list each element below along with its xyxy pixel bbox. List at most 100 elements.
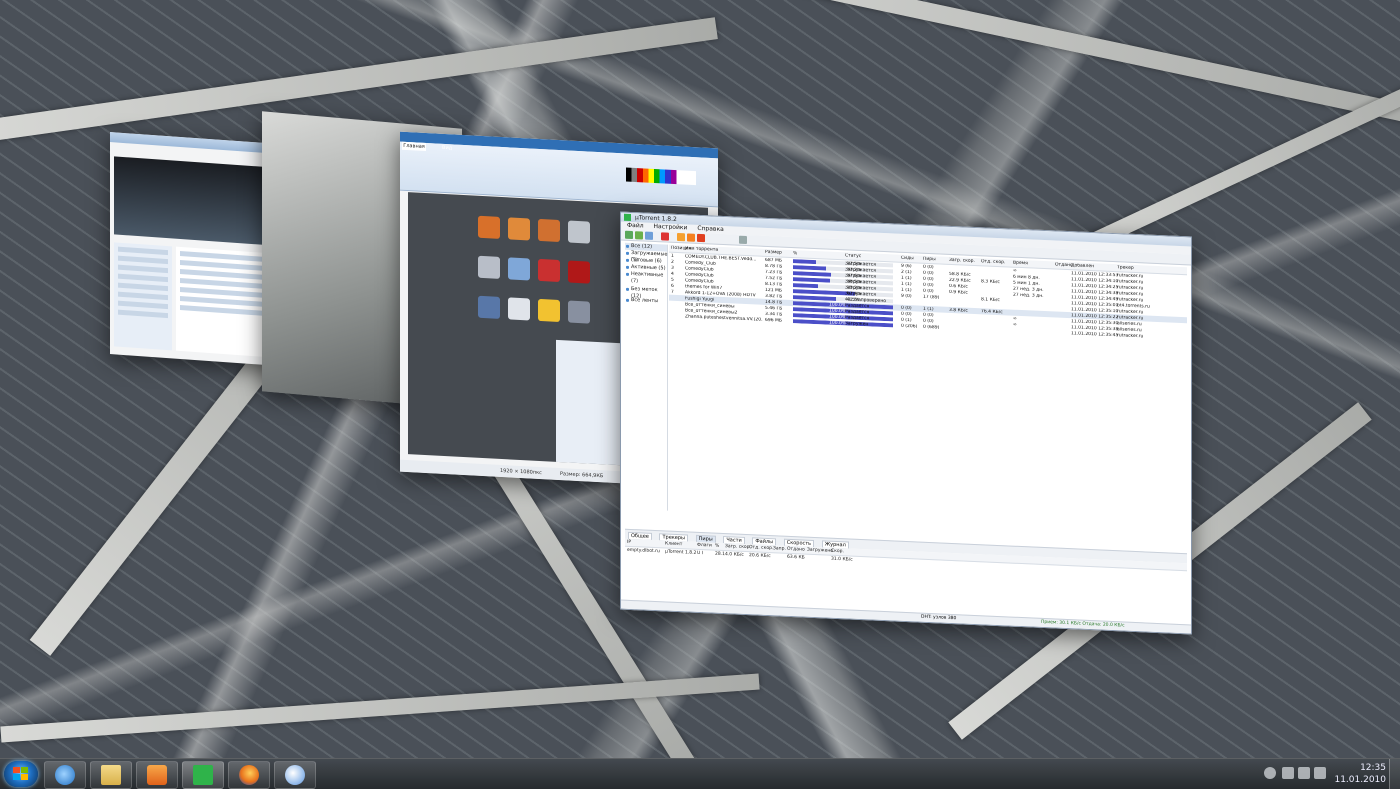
- taskbar-explorer-button[interactable]: [90, 761, 132, 789]
- taskbar-ie-button[interactable]: [44, 761, 86, 789]
- cell-size: 696 МБ: [765, 317, 782, 324]
- column-header[interactable]: %: [793, 251, 797, 256]
- cell-seeds: 0 (206): [901, 323, 918, 329]
- internet-explorer-icon: [55, 765, 75, 785]
- peer-cell-up: 20.6 КБ/с: [749, 553, 771, 560]
- transfer-status: Прием: 30.1 КБ/с Отдача: 20.0 КБ/с: [1041, 619, 1125, 629]
- cell-eta: ∞: [1013, 268, 1017, 274]
- system-clock[interactable]: 12:35 11.01.2010: [1326, 762, 1386, 786]
- peer-cell-ip: empty.dlbot.ru: [627, 547, 660, 555]
- stop-icon[interactable]: [697, 233, 705, 243]
- column-header[interactable]: Статус: [845, 253, 861, 259]
- navigation-pane: [114, 242, 172, 351]
- window-title: µTorrent 1.8.2: [635, 214, 677, 223]
- column-header[interactable]: Загр. скор.: [949, 258, 975, 264]
- remove-icon[interactable]: [661, 232, 669, 241]
- cell-pos: 5: [671, 277, 674, 283]
- peers-column-header[interactable]: Клиент: [665, 541, 682, 547]
- peer-cell-client: µTorrent 1.8.2: [665, 549, 697, 556]
- firefox-icon: [239, 765, 259, 785]
- start-icon[interactable]: [677, 233, 685, 242]
- window-titlebar: [110, 132, 280, 154]
- column-header[interactable]: Время: [1013, 261, 1028, 267]
- desktop-background: Главная Вид 1920 × 1080пкс Размер: 664,9…: [0, 0, 1400, 758]
- create-torrent-icon[interactable]: [645, 231, 653, 240]
- cell-pos: 3: [671, 265, 674, 271]
- cell-pos: 7: [671, 289, 674, 295]
- taskbar-firefox-button[interactable]: [228, 761, 270, 789]
- category-no-label[interactable]: Без меток (12): [625, 286, 667, 299]
- taskbar: 12:35 11.01.2010: [0, 758, 1400, 789]
- peers-column-header[interactable]: %: [715, 544, 719, 549]
- peers-column-header[interactable]: Отд. скор.: [749, 545, 773, 551]
- category-sidebar: Все (12) Загружаемые (5) Готовые (6) Акт…: [625, 242, 668, 511]
- dht-status: DHT: узлов 380: [921, 614, 957, 622]
- cell-pos: 2: [671, 259, 674, 265]
- tray-app-icon[interactable]: [1264, 767, 1276, 779]
- taskbar-utorrent-button[interactable]: [182, 761, 224, 789]
- peers-column-header[interactable]: Флаги: [697, 543, 712, 549]
- clock-date: 11.01.2010: [1334, 775, 1386, 785]
- menu-file[interactable]: Файл: [627, 222, 644, 230]
- system-tray: 12:35 11.01.2010: [1250, 759, 1400, 789]
- taskbar-media-player-button[interactable]: [136, 761, 178, 789]
- file-list-pane: [176, 246, 272, 358]
- settings-icon[interactable]: [739, 235, 747, 245]
- peer-cell-pct: 28.1: [715, 551, 726, 558]
- utorrent-window[interactable]: µTorrent 1.8.2 Файл Настройки Справка Вс…: [620, 211, 1192, 635]
- cell-status: Загружен: [845, 320, 869, 327]
- peers-column-header[interactable]: Загружено: [807, 548, 833, 554]
- volume-icon[interactable]: [1314, 767, 1326, 779]
- pause-icon[interactable]: [687, 233, 695, 242]
- explorer-window-thumbnail[interactable]: [110, 132, 280, 366]
- color-palette[interactable]: [626, 167, 696, 186]
- window-preview-image: [114, 156, 272, 246]
- cell-eta: ∞: [1013, 316, 1017, 322]
- cell-pos: 1: [671, 253, 674, 259]
- steel-beam: [607, 0, 1400, 124]
- column-header[interactable]: Сиды: [901, 256, 914, 262]
- cell-added: 11.01.2010 12:35:45: [1071, 330, 1119, 338]
- category-feeds[interactable]: Все ленты: [625, 297, 667, 306]
- peer-cell-flags: U I: [697, 550, 704, 557]
- cell-eta: ∞: [1013, 322, 1017, 328]
- peer-cell-down: 4.0 КБ/с: [725, 552, 744, 558]
- column-header[interactable]: Размер: [765, 250, 782, 256]
- add-url-icon[interactable]: [635, 231, 643, 240]
- peer-cell-rate: 31.0 КБ/с: [831, 556, 853, 563]
- ribbon-tab-view[interactable]: Вид: [435, 144, 459, 153]
- progress-percent: 100.0%: [829, 320, 847, 326]
- column-header[interactable]: Трекер: [1117, 265, 1134, 271]
- taskbar-paint-button[interactable]: [274, 761, 316, 789]
- torrent-list: Позиция Имя торрента Размер% Статус Сиды Пиры…: [669, 244, 1187, 534]
- column-header[interactable]: Добавлен: [1071, 263, 1094, 269]
- network-icon[interactable]: [1298, 767, 1310, 779]
- peer-cell-uploaded: 63.6 КБ: [787, 554, 805, 561]
- action-center-icon[interactable]: [1282, 767, 1294, 779]
- ribbon-tab-home[interactable]: Главная: [402, 141, 426, 152]
- column-header[interactable]: Отд. скор.: [981, 259, 1005, 265]
- cell-tracker: rutracker.ru: [1117, 332, 1144, 339]
- paint-icon: [285, 765, 305, 785]
- cell-pos: 4: [671, 271, 674, 277]
- cell-peers: 0 (689): [923, 324, 940, 330]
- peers-column-header[interactable]: Загр. скор.: [725, 544, 751, 550]
- peers-column-header[interactable]: Запр.: [773, 546, 786, 552]
- utorrent-logo-icon: [624, 213, 631, 221]
- folder-icon: [101, 765, 121, 785]
- cell-pos: 6: [671, 283, 674, 289]
- image-dimensions: 1920 × 1080пкс: [500, 467, 542, 477]
- menu-help[interactable]: Справка: [697, 225, 723, 233]
- column-header[interactable]: Имя торрента: [685, 246, 718, 252]
- show-desktop-button[interactable]: [1389, 759, 1400, 789]
- add-torrent-icon[interactable]: [625, 230, 633, 240]
- windows-logo-icon: [13, 767, 28, 780]
- utorrent-icon: [193, 765, 213, 785]
- peers-column-header[interactable]: IP: [627, 540, 631, 545]
- peers-column-header[interactable]: Скор.: [831, 549, 844, 555]
- peers-column-header[interactable]: Отдано: [787, 547, 805, 553]
- category-inactive[interactable]: Неактивные (7): [625, 271, 667, 284]
- column-header[interactable]: Пиры: [923, 257, 936, 263]
- start-button[interactable]: [4, 761, 38, 787]
- clock-time: 12:35: [1360, 763, 1386, 773]
